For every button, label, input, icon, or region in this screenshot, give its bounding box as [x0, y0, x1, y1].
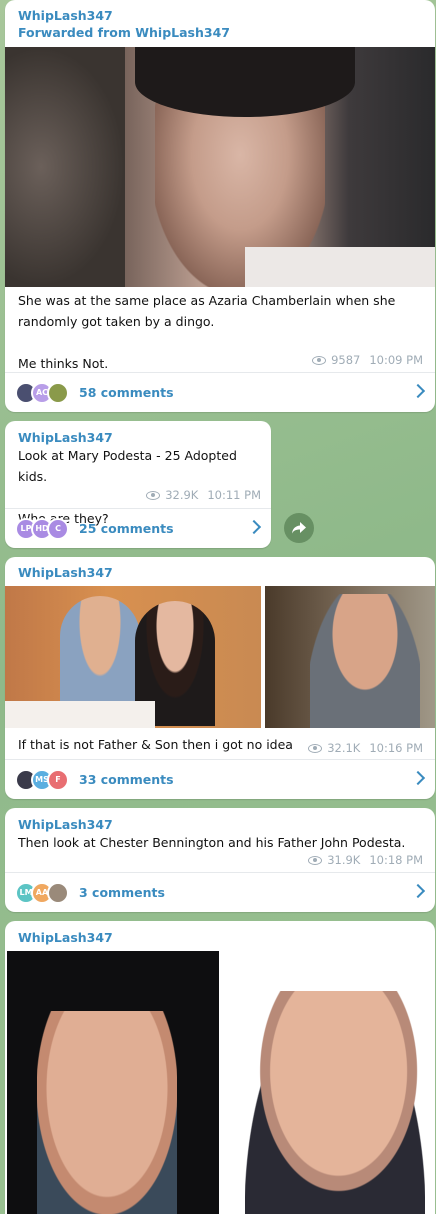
message-photo-right[interactable] [265, 586, 435, 728]
chevron-right-icon [246, 519, 262, 535]
commenter-avatars: LM AA [15, 881, 69, 904]
photo-right-face [245, 991, 425, 1214]
message-photo[interactable] [5, 951, 435, 1214]
eye-icon [146, 490, 161, 500]
view-count: 31.9K [327, 853, 361, 867]
comments-button[interactable]: LP HD C 25 comments [5, 508, 271, 548]
message-text: Then look at Chester Bennington and his … [18, 835, 406, 850]
comments-button[interactable]: MS F 33 comments [5, 759, 435, 799]
message-meta: 9587 10:09 PM [312, 353, 423, 367]
commenter-avatars: AC [15, 381, 69, 404]
avatar [47, 381, 69, 404]
chevron-right-icon [410, 883, 426, 899]
comments-count: 58 comments [79, 385, 174, 400]
message-time: 10:18 PM [369, 853, 423, 867]
comments-count: 25 comments [79, 521, 174, 536]
chevron-right-icon [410, 383, 426, 399]
comments-button[interactable]: LM AA 3 comments [5, 872, 435, 912]
message-photo[interactable] [5, 47, 435, 287]
photo-left-face [37, 1011, 177, 1214]
message-author[interactable]: WhipLash347 [5, 557, 435, 580]
photo-table [5, 701, 155, 728]
message-2: WhipLash347 Look at Mary Podesta - 25 Ad… [5, 421, 271, 548]
view-count: 32.1K [327, 741, 361, 755]
forwarded-from[interactable]: Forwarded from WhipLash347 [5, 25, 435, 40]
eye-icon [312, 355, 327, 365]
message-5: WhipLash347 [5, 921, 435, 1214]
message-3: WhipLash347 If that is not Father & Son … [5, 557, 435, 799]
message-author[interactable]: WhipLash347 [5, 808, 435, 832]
message-author[interactable]: WhipLash347 [5, 921, 435, 945]
avatar: F [47, 768, 69, 791]
photo-hair [135, 47, 355, 117]
commenter-avatars: LP HD C [15, 517, 69, 540]
message-photo-left[interactable] [5, 586, 261, 728]
avatar: C [47, 517, 69, 540]
view-count: 9587 [331, 353, 361, 367]
share-icon [292, 522, 306, 534]
photo-person-older-man [310, 594, 420, 728]
message-1: WhipLash347 Forwarded from WhipLash347 S… [5, 0, 435, 412]
share-button[interactable] [284, 513, 314, 543]
message-meta: 32.9K 10:11 PM [146, 488, 261, 502]
photo-shoulder [5, 47, 125, 287]
comments-count: 3 comments [79, 885, 165, 900]
comments-button[interactable]: AC 58 comments [5, 372, 435, 412]
message-meta: 32.1K 10:16 PM [308, 741, 423, 755]
view-count: 32.9K [165, 488, 199, 502]
message-author[interactable]: WhipLash347 [5, 421, 271, 445]
message-4: WhipLash347 Then look at Chester Benning… [5, 808, 435, 912]
photo-collar [245, 247, 435, 287]
avatar [47, 881, 69, 904]
message-time: 10:11 PM [207, 488, 261, 502]
message-time: 10:16 PM [369, 741, 423, 755]
photo-left-portrait [7, 951, 219, 1214]
comments-count: 33 comments [79, 772, 174, 787]
eye-icon [308, 743, 323, 753]
chevron-right-icon [410, 770, 426, 786]
eye-icon [308, 855, 323, 865]
message-author[interactable]: WhipLash347 [5, 0, 435, 23]
message-text: If that is not Father & Son then i got n… [18, 737, 293, 752]
message-time: 10:09 PM [369, 353, 423, 367]
photo-right-portrait [225, 951, 435, 1214]
commenter-avatars: MS F [15, 768, 69, 791]
message-meta: 31.9K 10:18 PM [308, 853, 423, 867]
